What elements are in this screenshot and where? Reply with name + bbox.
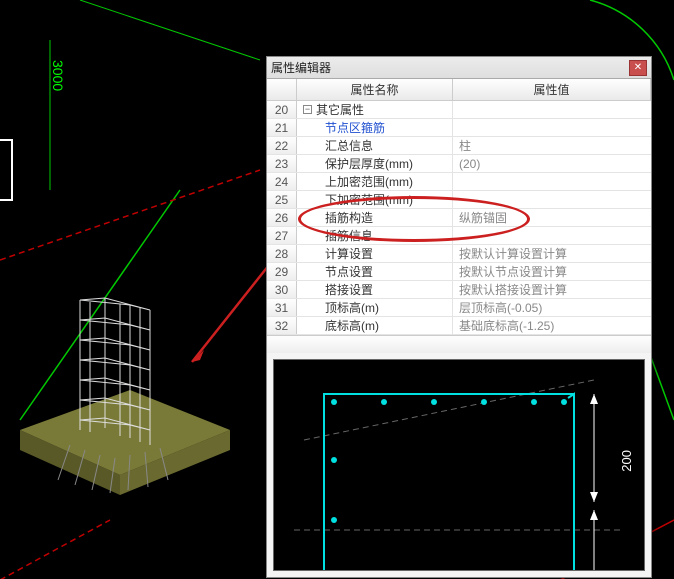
close-icon: ✕ [634, 62, 642, 73]
row-number: 21 [267, 119, 297, 136]
property-row[interactable]: 30搭接设置按默认搭接设置计算 [267, 281, 651, 299]
property-name: 顶标高(m) [297, 299, 453, 316]
property-value[interactable]: (20) [453, 155, 651, 172]
property-value[interactable]: 层顶标高(-0.05) [453, 299, 651, 316]
row-number: 27 [267, 227, 297, 244]
preview-dimension: 200 [619, 450, 634, 472]
row-number: 23 [267, 155, 297, 172]
row-number: 28 [267, 245, 297, 262]
row-number: 31 [267, 299, 297, 316]
property-row[interactable]: 26插筋构造纵筋锚固 [267, 209, 651, 227]
property-name: 插筋信息 [297, 227, 453, 244]
row-number: 32 [267, 317, 297, 334]
property-grid[interactable]: 20−其它属性21节点区箍筋22汇总信息柱23保护层厚度(mm)(20)24上加… [267, 101, 651, 335]
property-name: 插筋构造 [297, 209, 453, 226]
property-name: 下加密范围(mm) [297, 191, 453, 208]
row-number: 22 [267, 137, 297, 154]
property-name: 保护层厚度(mm) [297, 155, 453, 172]
property-row[interactable]: 21节点区箍筋 [267, 119, 651, 137]
property-row[interactable]: 32底标高(m)基础底标高(-1.25) [267, 317, 651, 335]
dimension-label: 3000 [50, 60, 66, 91]
collapse-icon[interactable]: − [303, 105, 312, 114]
property-value[interactable]: 纵筋锚固 [453, 209, 651, 226]
property-row[interactable]: 22汇总信息柱 [267, 137, 651, 155]
property-row[interactable]: 27插筋信息 [267, 227, 651, 245]
property-value[interactable] [453, 227, 651, 244]
property-name: 节点设置 [297, 263, 453, 280]
property-value[interactable] [453, 119, 651, 136]
property-name: 底标高(m) [297, 317, 453, 334]
property-row[interactable]: 23保护层厚度(mm)(20) [267, 155, 651, 173]
property-row[interactable]: 25下加密范围(mm) [267, 191, 651, 209]
property-row[interactable]: 28计算设置按默认计算设置计算 [267, 245, 651, 263]
grid-header: 属性名称 属性值 [267, 79, 651, 101]
dialog-titlebar[interactable]: 属性编辑器 ✕ [267, 57, 651, 79]
close-button[interactable]: ✕ [629, 60, 647, 76]
row-number: 29 [267, 263, 297, 280]
header-name: 属性名称 [297, 79, 453, 100]
header-rownum [267, 79, 297, 100]
row-number: 30 [267, 281, 297, 298]
grid-footer [267, 335, 651, 353]
property-value[interactable]: 基础底标高(-1.25) [453, 317, 651, 334]
property-value[interactable] [453, 173, 651, 190]
row-number: 25 [267, 191, 297, 208]
property-row[interactable]: 24上加密范围(mm) [267, 173, 651, 191]
property-row[interactable]: 20−其它属性 [267, 101, 651, 119]
property-name: 搭接设置 [297, 281, 453, 298]
property-value[interactable] [453, 101, 651, 118]
property-name: 计算设置 [297, 245, 453, 262]
row-number: 26 [267, 209, 297, 226]
property-value[interactable]: 柱 [453, 137, 651, 154]
row-number: 24 [267, 173, 297, 190]
property-value[interactable]: 按默认搭接设置计算 [453, 281, 651, 298]
dialog-title: 属性编辑器 [271, 59, 629, 76]
property-name: −其它属性 [297, 101, 453, 118]
section-preview[interactable]: 200 [273, 359, 645, 571]
model-3d [0, 280, 260, 540]
property-row[interactable]: 31顶标高(m)层顶标高(-0.05) [267, 299, 651, 317]
property-name: 节点区箍筋 [297, 119, 453, 136]
property-value[interactable] [453, 191, 651, 208]
property-name: 上加密范围(mm) [297, 173, 453, 190]
row-number: 20 [267, 101, 297, 118]
header-value: 属性值 [453, 79, 651, 100]
property-name: 汇总信息 [297, 137, 453, 154]
property-editor-dialog: 属性编辑器 ✕ 属性名称 属性值 20−其它属性21节点区箍筋22汇总信息柱23… [266, 56, 652, 578]
property-value[interactable]: 按默认计算设置计算 [453, 245, 651, 262]
property-value[interactable]: 按默认节点设置计算 [453, 263, 651, 280]
property-row[interactable]: 29节点设置按默认节点设置计算 [267, 263, 651, 281]
